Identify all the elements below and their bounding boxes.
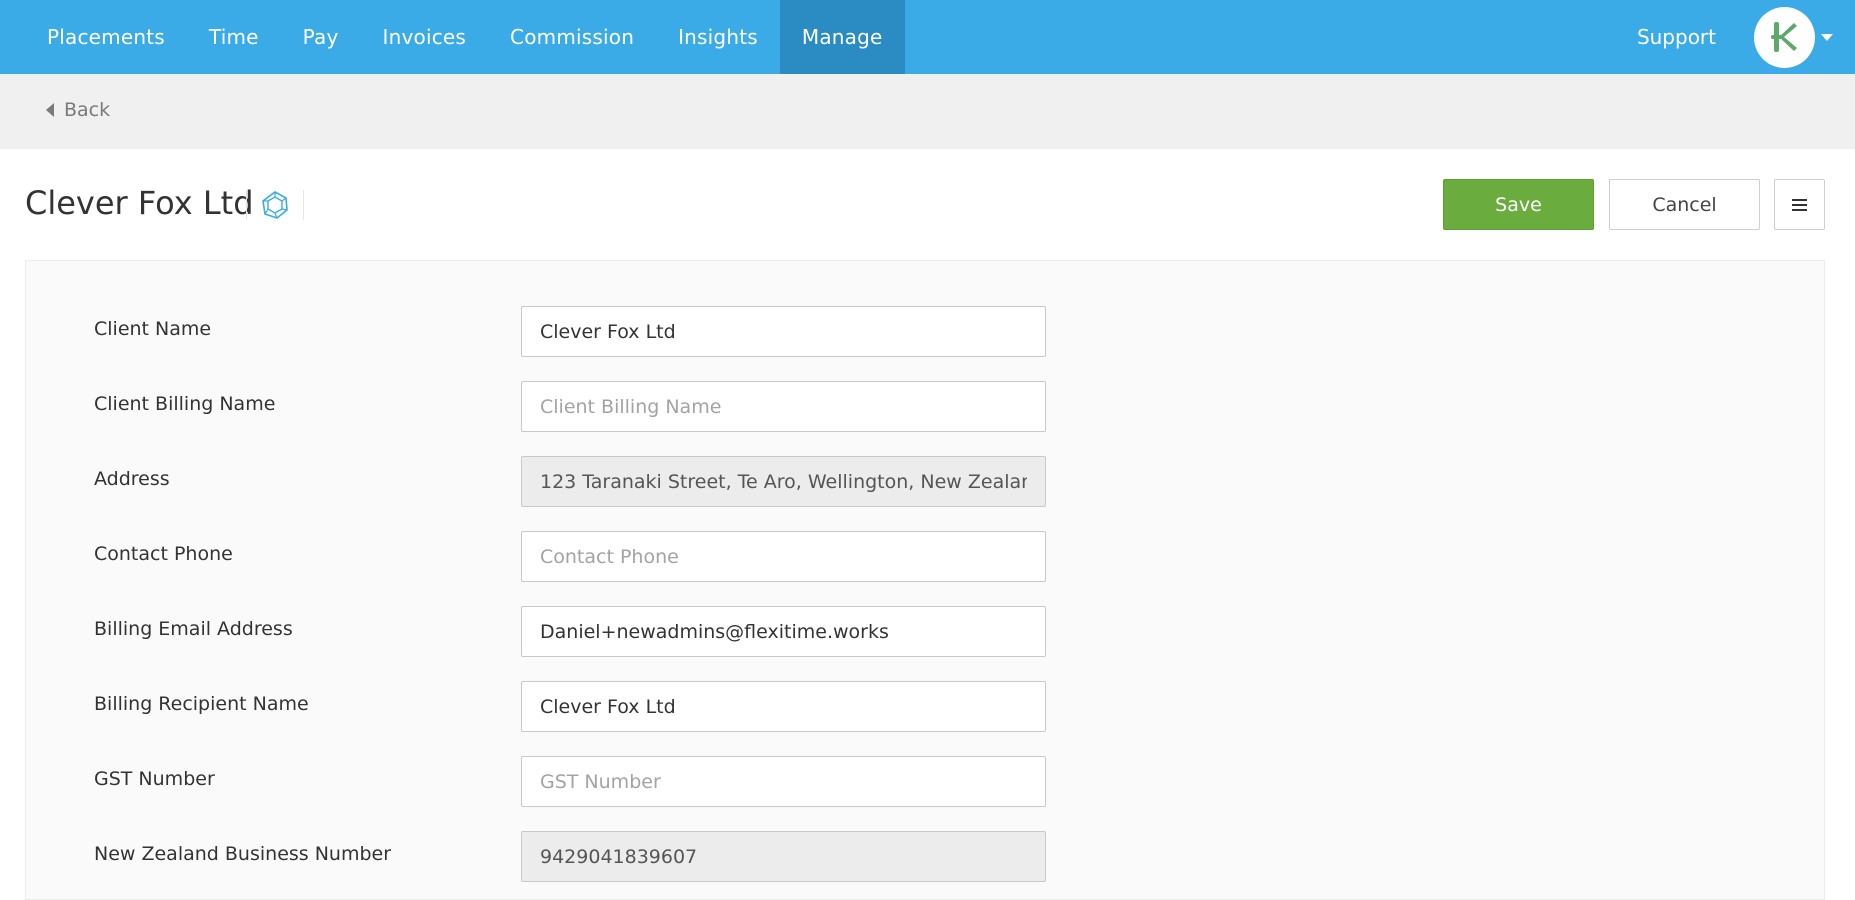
support-link[interactable]: Support bbox=[1637, 25, 1716, 49]
nav-invoices[interactable]: Invoices bbox=[361, 0, 489, 74]
contact-phone-label: Contact Phone bbox=[94, 543, 233, 565]
nav-manage[interactable]: Manage bbox=[779, 0, 905, 74]
form-row-client-billing-name: Client Billing Name bbox=[26, 381, 1824, 432]
form-row-billing-email: Billing Email Address bbox=[26, 606, 1824, 657]
network-icon bbox=[262, 191, 288, 219]
nav-time[interactable]: Time bbox=[187, 0, 281, 74]
client-billing-name-input[interactable] bbox=[521, 381, 1046, 432]
gst-number-label: GST Number bbox=[94, 768, 215, 790]
nav-pay[interactable]: Pay bbox=[281, 0, 361, 74]
hamburger-icon bbox=[1792, 198, 1807, 201]
billing-email-label: Billing Email Address bbox=[94, 618, 293, 640]
title-divider bbox=[303, 190, 304, 220]
client-billing-name-label: Client Billing Name bbox=[94, 393, 276, 415]
address-label: Address bbox=[94, 468, 170, 490]
avatar[interactable] bbox=[1754, 6, 1815, 68]
form-row-nzbn: New Zealand Business Number bbox=[26, 831, 1824, 882]
form-row-billing-recipient-name: Billing Recipient Name bbox=[26, 681, 1824, 732]
save-button[interactable]: Save bbox=[1443, 179, 1594, 230]
sub-toolbar: Back bbox=[0, 74, 1855, 149]
title-divider bbox=[246, 190, 247, 220]
chevron-left-icon bbox=[46, 103, 54, 117]
back-label: Back bbox=[64, 99, 111, 121]
k-logo-icon bbox=[1770, 22, 1797, 52]
billing-email-input[interactable] bbox=[521, 606, 1046, 657]
address-input[interactable] bbox=[521, 456, 1046, 507]
nzbn-label: New Zealand Business Number bbox=[94, 843, 392, 865]
integration-icon[interactable] bbox=[260, 190, 290, 220]
top-navigation: Placements Time Pay Invoices Commission … bbox=[0, 0, 1855, 74]
form-row-gst-number: GST Number bbox=[26, 756, 1824, 807]
contact-phone-input[interactable] bbox=[521, 531, 1046, 582]
main-nav: Placements Time Pay Invoices Commission … bbox=[25, 0, 905, 74]
form-row-client-name: Client Name bbox=[26, 306, 1824, 357]
nav-placements[interactable]: Placements bbox=[25, 0, 187, 74]
form-row-address: Address bbox=[26, 456, 1824, 507]
gst-number-input[interactable] bbox=[521, 756, 1046, 807]
account-menu[interactable] bbox=[1754, 6, 1833, 68]
cancel-button[interactable]: Cancel bbox=[1609, 179, 1760, 230]
chevron-down-icon[interactable] bbox=[1821, 33, 1833, 41]
more-menu-button[interactable] bbox=[1774, 179, 1825, 230]
billing-recipient-name-input[interactable] bbox=[521, 681, 1046, 732]
client-name-label: Client Name bbox=[94, 318, 212, 340]
nav-insights[interactable]: Insights bbox=[656, 0, 780, 74]
nav-commission[interactable]: Commission bbox=[488, 0, 656, 74]
billing-recipient-name-label: Billing Recipient Name bbox=[94, 693, 309, 715]
client-name-input[interactable] bbox=[521, 306, 1046, 357]
client-details-form: Client Name Client Billing Name Address … bbox=[25, 260, 1825, 900]
nzbn-input[interactable] bbox=[521, 831, 1046, 882]
back-link[interactable]: Back bbox=[46, 99, 110, 121]
page-title: Clever Fox Ltd bbox=[25, 184, 254, 222]
form-row-contact-phone: Contact Phone bbox=[26, 531, 1824, 582]
nav-right: Support bbox=[1637, 0, 1855, 74]
